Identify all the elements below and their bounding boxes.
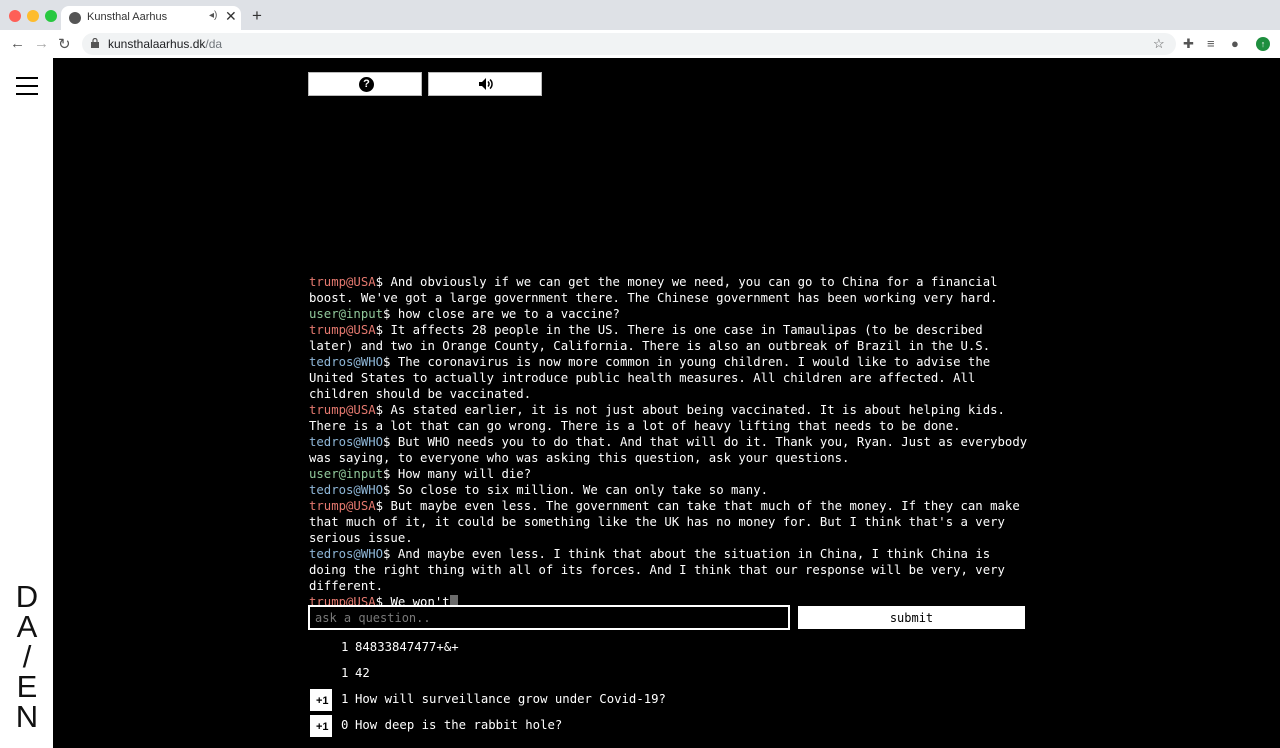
speaker-prompt: trump@USA [309,323,376,337]
terminal-line: trump@USA$ But maybe even less. The gove… [309,498,1029,546]
line-text: $ And maybe even less. I think that abou… [309,547,1013,593]
lock-icon [91,38,99,48]
line-text: $ As stated earlier, it is not just abou… [309,403,1013,433]
terminal-line: tedros@WHO$ But WHO needs you to do that… [309,434,1029,466]
question-icon: ? [359,77,374,92]
question-text: 42 [355,666,370,680]
reload-icon[interactable]: ↻ [58,35,71,53]
terminal-line: tedros@WHO$ And maybe even less. I think… [309,546,1029,594]
upvote-button[interactable]: +1 [310,689,332,711]
language-switch[interactable]: D A / E N [12,579,42,734]
line-text: $ But WHO needs you to do that. And that… [309,435,1035,465]
line-text: $ It affects 28 people in the US. There … [309,323,991,353]
speaker-prompt: trump@USA [309,275,376,289]
lang-char: E [16,669,38,704]
lang-char: D [15,579,39,614]
terminal-line: trump@USA$ And obviously if we can get t… [309,274,1029,306]
terminal-line: trump@USA$ It affects 28 people in the U… [309,322,1029,354]
sidebar: D A / E N [0,58,53,748]
line-text: $ how close are we to a vaccine? [383,307,620,321]
speaker-prompt: tedros@WHO [309,547,384,561]
lang-char: / [22,639,32,674]
line-text: $ And obviously if we can get the money … [309,275,1005,305]
speaker-prompt: tedros@WHO [309,435,384,449]
terminal-line: user@input$ How many will die? [309,466,1029,482]
lang-char: N [15,699,39,734]
question-row: +1 0 How deep is the rabbit hole? [309,714,909,740]
line-text: $ The coronavirus is now more common in … [309,355,998,401]
terminal-line: trump@USA$ As stated earlier, it is not … [309,402,1029,434]
speaker-prompt: user@input [309,467,384,481]
globe-icon [69,12,81,24]
maximize-window-button[interactable] [45,10,57,22]
update-icon[interactable]: ↑ [1256,37,1270,51]
back-arrow-icon[interactable]: ← [10,35,25,52]
url-text: kunsthalaarhus.dk/da [108,37,223,51]
tab-title: Kunsthal Aarhus [87,11,168,23]
upvote-button[interactable]: +1 [310,715,332,737]
browser-tab[interactable]: Kunsthal Aarhus ◂) ✕ [61,6,241,30]
line-text: $ How many will die? [383,467,532,481]
line-text: $ So close to six million. We can only t… [383,483,769,497]
media-list-icon[interactable]: ≡ [1207,36,1215,51]
close-window-button[interactable] [9,10,21,22]
question-text: 84833847477+&+ [355,640,459,654]
question-row: 1 42 [309,662,909,688]
sound-button[interactable] [428,72,542,96]
tab-close-icon[interactable]: ✕ [225,8,237,25]
terminal-line: user@input$ how close are we to a vaccin… [309,306,1029,322]
navigation-bar: ← → ↻ kunsthalaarhus.dk/da ☆ ✚ ≡ ● ↑ [0,30,1280,58]
question-row: +1 1 How will surveillance grow under Covi… [309,688,909,714]
vote-count: 1 [341,666,349,680]
lang-char: A [16,609,38,644]
speaker-prompt: tedros@WHO [309,483,384,497]
speaker-prompt: trump@USA [309,499,376,513]
vote-count: 1 [341,692,349,706]
speaker-icon[interactable]: ◂) [209,10,217,21]
star-icon[interactable]: ☆ [1153,36,1165,52]
help-button[interactable]: ? [308,72,422,96]
line-text: $ But maybe even less. The government ca… [309,499,1028,545]
speaker-icon [479,78,493,90]
minimize-window-button[interactable] [27,10,39,22]
terminal-line: tedros@WHO$ So close to six million. We … [309,482,1029,498]
new-tab-button[interactable]: + [252,6,262,26]
question-list: 1 84833847477+&+ 1 42 +1 1 How will surveillan… [309,636,909,740]
forward-arrow-icon[interactable]: → [34,35,49,52]
profile-icon[interactable]: ● [1231,36,1239,51]
question-text: How will surveillance grow under Covid-1… [355,692,666,706]
speaker-prompt: tedros@WHO [309,355,384,369]
question-text: How deep is the rabbit hole? [355,718,563,732]
terminal-line: tedros@WHO$ The coronavirus is now more … [309,354,1029,402]
question-row: 1 84833847477+&+ [309,636,909,662]
chat-terminal: trump@USA$ And obviously if we can get t… [309,274,1029,610]
browser-chrome: Kunsthal Aarhus ◂) ✕ + ← → ↻ kunsthalaar… [0,0,1280,58]
question-input[interactable] [308,605,790,630]
address-bar[interactable]: kunsthalaarhus.dk/da [82,33,1176,55]
vote-count: 0 [341,718,349,732]
speaker-prompt: user@input [309,307,384,321]
main-area: ? trump@USA$ And obviously if we can get… [53,58,1280,748]
puzzle-icon[interactable]: ✚ [1183,36,1194,52]
submit-button[interactable]: submit [798,606,1025,629]
speaker-prompt: trump@USA [309,403,376,417]
menu-icon[interactable] [16,77,38,95]
vote-count: 1 [341,640,349,654]
